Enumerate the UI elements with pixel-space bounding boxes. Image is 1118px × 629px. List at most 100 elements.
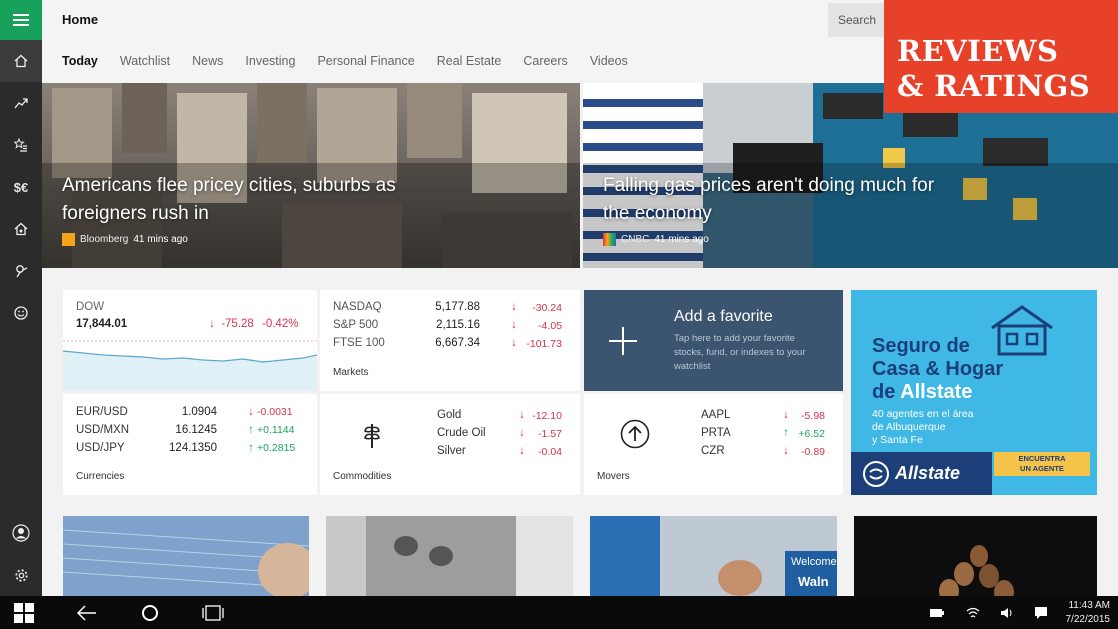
hero-2-headline: Falling gas prices aren't doing much for… bbox=[603, 175, 935, 224]
trend-up-icon bbox=[14, 98, 28, 109]
nav-home-button[interactable] bbox=[0, 40, 42, 82]
markets-label: Markets bbox=[333, 367, 369, 378]
nav-markets-button[interactable] bbox=[0, 82, 42, 124]
commodity-name: Crude Oil bbox=[437, 427, 486, 439]
rail-bottom bbox=[0, 512, 42, 596]
commodity-change-value: -1.57 bbox=[538, 428, 562, 440]
market-change-value: -101.73 bbox=[526, 338, 562, 350]
nav-real-estate-button[interactable] bbox=[0, 208, 42, 250]
tab-watchlist[interactable]: Watchlist bbox=[120, 54, 170, 68]
nav-feedback-button[interactable] bbox=[0, 292, 42, 334]
task-view-icon[interactable] bbox=[202, 605, 224, 621]
nav-currencies-button[interactable]: $€ bbox=[0, 166, 42, 208]
house-dollar-icon bbox=[14, 222, 28, 236]
eggs-photo bbox=[854, 516, 1097, 596]
hero-2-source: CNBC 41 mins ago bbox=[603, 233, 709, 246]
tab-careers[interactable]: Careers bbox=[523, 54, 567, 68]
story-tile-3[interactable]: Welcome Waln bbox=[590, 516, 837, 596]
story-tile-4[interactable] bbox=[854, 516, 1097, 596]
currency-name: USD/JPY bbox=[76, 442, 125, 454]
add-favorite-card[interactable]: Add a favorite Tap here to add your favo… bbox=[584, 290, 843, 391]
machine-photo bbox=[326, 516, 573, 596]
market-change-value: -30.24 bbox=[532, 302, 562, 314]
movers-label: Movers bbox=[597, 471, 630, 482]
up-arrow-icon: ↑ bbox=[783, 427, 789, 439]
market-value: 6,667.34 bbox=[435, 337, 480, 349]
gear-icon bbox=[14, 568, 28, 582]
plus-icon bbox=[609, 327, 637, 355]
allstate-brand-bar: Allstate bbox=[851, 452, 992, 495]
market-change: ↓ bbox=[508, 301, 520, 313]
down-arrow-icon: ↓ bbox=[511, 337, 517, 349]
allstate-ad[interactable]: Seguro de Casa & Hogar de Allstate 40 ag… bbox=[851, 290, 1097, 495]
welcome-sign: Welcome bbox=[791, 556, 837, 568]
tab-investing[interactable]: Investing bbox=[245, 54, 295, 68]
commodity-change: ↓ bbox=[516, 445, 528, 457]
battery-icon[interactable] bbox=[930, 607, 944, 619]
mover-change: ↓ bbox=[780, 445, 792, 457]
commodities-label: Commodities bbox=[333, 471, 392, 482]
commodities-card[interactable]: Gold Crude Oil Silver ↓ ↓ ↓ -12.10 -1.57… bbox=[320, 394, 580, 495]
hamburger-icon bbox=[13, 14, 29, 26]
dow-change: ↓ -75.28 -0.42% bbox=[206, 318, 298, 330]
tab-real-estate[interactable]: Real Estate bbox=[437, 54, 502, 68]
ad-headline: Seguro de Casa & Hogar de Allstate bbox=[872, 335, 1004, 403]
market-change-value: -4.05 bbox=[538, 320, 562, 332]
tab-news[interactable]: News bbox=[192, 54, 223, 68]
search-circle-icon[interactable] bbox=[141, 604, 159, 622]
mover-change: ↓ bbox=[780, 409, 792, 421]
currencies-label: Currencies bbox=[76, 471, 125, 482]
currency-change: ↑ +0.2815 bbox=[245, 442, 295, 454]
star-list-icon bbox=[14, 138, 27, 152]
down-arrow-icon: ↓ bbox=[519, 409, 525, 421]
volume-icon[interactable] bbox=[1000, 607, 1014, 619]
tab-personal-finance[interactable]: Personal Finance bbox=[317, 54, 414, 68]
hero-story-1[interactable]: Americans flee pricey cities, suburbs as… bbox=[42, 83, 580, 268]
currency-value: 124.1350 bbox=[169, 442, 217, 454]
currency-icon: $€ bbox=[13, 179, 29, 195]
currency-name: USD/MXN bbox=[76, 424, 130, 436]
system-clock[interactable]: 11:43 AM 7/22/2015 bbox=[1066, 599, 1111, 627]
currency-name: EUR/USD bbox=[76, 406, 128, 418]
hamburger-menu-button[interactable] bbox=[0, 0, 42, 40]
story-tile-2[interactable] bbox=[326, 516, 573, 596]
nav-watchlist-button[interactable] bbox=[0, 124, 42, 166]
currency-change: ↓ -0.0031 bbox=[245, 406, 293, 418]
account-icon bbox=[12, 524, 30, 542]
find-agent-button[interactable]: ENCUENTRA UN AGENTE bbox=[994, 452, 1090, 476]
dow-sparkline bbox=[63, 340, 317, 391]
tab-videos[interactable]: Videos bbox=[590, 54, 628, 68]
commodity-change: ↓ bbox=[516, 409, 528, 421]
ad-subtext: 40 agentes en el área de Albuquerque y S… bbox=[872, 408, 974, 446]
movers-card[interactable]: AAPL PRTA CZR ↓ ↑ ↓ -5.98 +6.52 -0.89 Mo… bbox=[584, 394, 843, 495]
nav-account-button[interactable] bbox=[0, 512, 42, 554]
dow-card[interactable]: DOW 17,844.01 ↓ -75.28 -0.42% bbox=[63, 290, 317, 391]
section-tabs: Today Watchlist News Investing Personal … bbox=[62, 54, 650, 68]
tab-today[interactable]: Today bbox=[62, 54, 98, 68]
spreadsheet-photo bbox=[63, 516, 309, 596]
market-change: ↓ bbox=[508, 319, 520, 331]
story-tile-1[interactable] bbox=[63, 516, 309, 596]
mover-change-value: -5.98 bbox=[801, 410, 825, 422]
allstate-hands-logo-icon bbox=[863, 460, 889, 487]
market-change: ↓ bbox=[508, 337, 520, 349]
up-arrow-circle-icon bbox=[620, 419, 650, 449]
markets-card[interactable]: NASDAQ S&P 500 FTSE 100 5,177.88 2,115.1… bbox=[320, 290, 580, 391]
home-icon bbox=[14, 54, 28, 68]
back-arrow-icon[interactable] bbox=[77, 605, 97, 621]
nav-settings-button[interactable] bbox=[0, 554, 42, 596]
money-app: $€ Home Search Today Watchlist News Inve… bbox=[0, 0, 1118, 596]
windows-start-icon[interactable] bbox=[14, 603, 34, 623]
hero-1-source: Bloomberg 41 mins ago bbox=[62, 233, 188, 246]
wifi-icon[interactable] bbox=[966, 607, 980, 619]
notification-icon[interactable] bbox=[1034, 606, 1048, 620]
currencies-card[interactable]: EUR/USD USD/MXN USD/JPY 1.0904 16.1245 1… bbox=[63, 394, 317, 495]
nav-careers-button[interactable] bbox=[0, 250, 42, 292]
down-arrow-icon: ↓ bbox=[209, 318, 215, 330]
down-arrow-icon: ↓ bbox=[511, 319, 517, 331]
currency-value: 1.0904 bbox=[181, 406, 217, 418]
up-arrow-icon: ↑ bbox=[248, 424, 254, 436]
wheat-icon bbox=[364, 424, 380, 448]
down-arrow-icon: ↓ bbox=[783, 409, 789, 421]
commodity-change-value: -12.10 bbox=[532, 410, 562, 422]
